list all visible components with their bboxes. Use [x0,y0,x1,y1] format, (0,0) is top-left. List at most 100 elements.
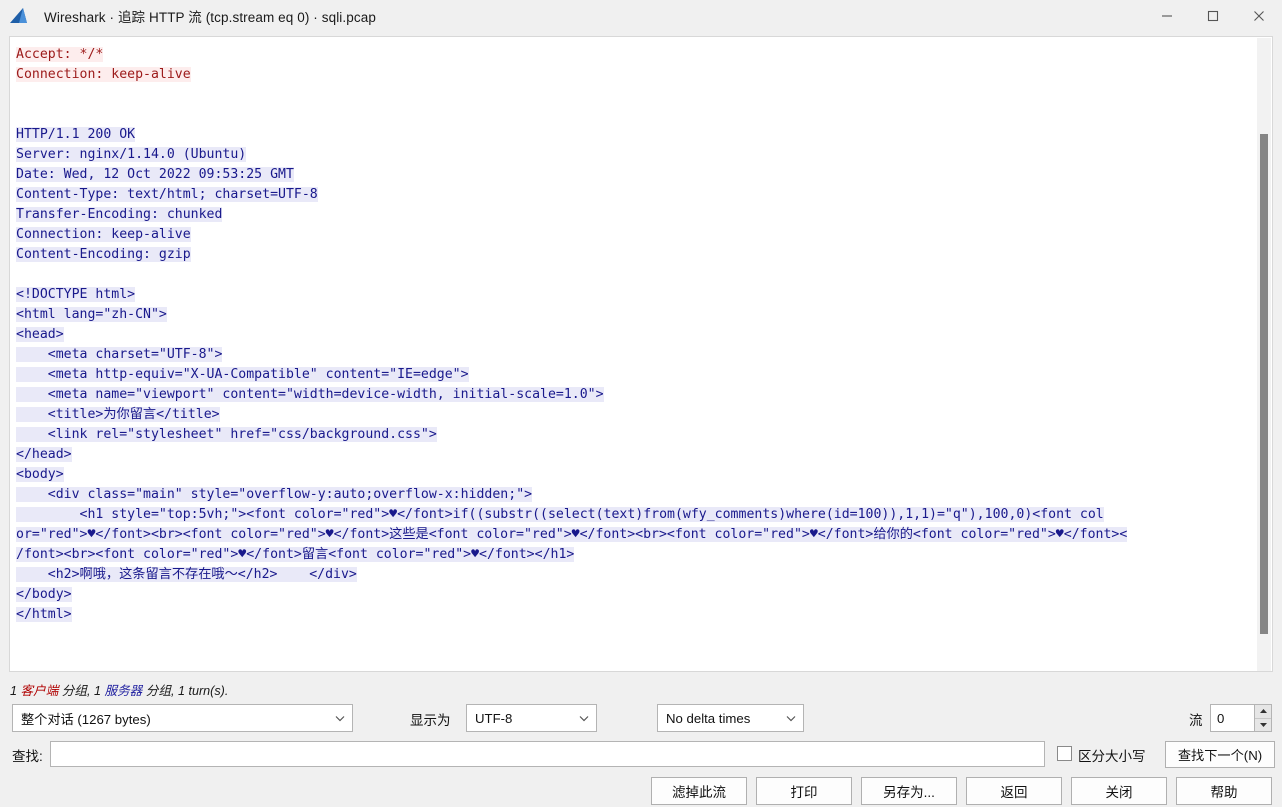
delta-times-select-value: No delta times [666,710,751,726]
close-icon[interactable] [1236,0,1282,32]
stream-line: <meta http-equiv="X-UA-Compatible" conte… [16,365,1258,385]
stream-line-text: <html lang="zh-CN"> [16,307,167,322]
find-label: 查找: [12,749,43,764]
stream-line-text: Content-Type: text/html; charset=UTF-8 [16,187,318,202]
stream-line: <link rel="stylesheet" href="css/backgro… [16,425,1258,445]
stream-line: <div class="main" style="overflow-y:auto… [16,485,1258,505]
stream-line-text: <head> [16,327,64,342]
stream-line-text: </html> [16,607,72,622]
stream-line [16,85,1258,105]
stream-line-text: HTTP/1.1 200 OK [16,127,136,142]
stepper-up-icon[interactable] [1255,705,1271,719]
stream-line: Connection: keep-alive [16,225,1258,245]
filter-out-stream-button[interactable]: 滤掉此流 [651,777,747,805]
stream-line-text: <h1 style="top:5vh;"><font color="red">♥… [16,507,1104,522]
chevron-down-icon [578,712,590,724]
title-bar: Wireshark · 追踪 HTTP 流 (tcp.stream eq 0) … [0,0,1282,32]
close-button[interactable]: 关闭 [1071,777,1167,805]
stepper-down-icon[interactable] [1255,719,1271,732]
stream-line-text: Content-Encoding: gzip [16,247,191,262]
stream-line: <meta name="viewport" content="width=dev… [16,385,1258,405]
chevron-down-icon [785,712,797,724]
case-sensitive-label: 区分大小写 [1078,749,1146,764]
stream-text[interactable]: Accept: */* Connection: keep-alive HTTP/1.… [10,37,1258,625]
stepper-buttons[interactable] [1254,705,1271,731]
stream-line: Connection: keep-alive [16,65,1258,85]
stream-line: <body> [16,465,1258,485]
find-input[interactable] [50,741,1045,767]
stream-line [16,105,1258,125]
dialog-button-row: 滤掉此流 打印 另存为... 返回 关闭 帮助 [0,777,1282,807]
stream-line-text: or="red">♥</font><br><font color="red">♥… [16,527,1128,542]
stream-line-text: Date: Wed, 12 Oct 2022 09:53:25 GMT [16,167,294,182]
stream-line: Transfer-Encoding: chunked [16,205,1258,225]
stream-line-text: <title>为你留言</title> [16,407,220,422]
stream-line-text: <meta name="viewport" content="width=dev… [16,387,604,402]
stream-line: or="red">♥</font><br><font color="red">♥… [16,525,1258,545]
vertical-scrollbar[interactable] [1257,38,1271,671]
stream-line-text: /font><br><font color="red">♥</font>留言<f… [16,547,575,562]
stream-line-text: <meta charset="UTF-8"> [16,347,223,362]
stream-line: <meta charset="UTF-8"> [16,345,1258,365]
help-button[interactable]: 帮助 [1176,777,1272,805]
stream-line: </head> [16,445,1258,465]
stream-line-text: Transfer-Encoding: chunked [16,207,223,222]
stream-line-text: Connection: keep-alive [16,227,191,242]
stream-line-text: <!DOCTYPE html> [16,287,136,302]
stream-line: /font><br><font color="red">♥</font>留言<f… [16,545,1258,565]
scrollbar-thumb[interactable] [1260,134,1268,634]
stream-line: Content-Encoding: gzip [16,245,1258,265]
stream-label: 流 [1189,713,1203,728]
stream-line: <h1 style="top:5vh;"><font color="red">♥… [16,505,1258,525]
stream-line: Date: Wed, 12 Oct 2022 09:53:25 GMT [16,165,1258,185]
status-prefix: 1 [10,684,21,698]
stream-line-text: <meta http-equiv="X-UA-Compatible" conte… [16,367,469,382]
stream-line-text: Server: nginx/1.14.0 (Ubuntu) [16,147,247,162]
conversation-select-value: 整个对话 (1267 bytes) [21,711,151,727]
server-label: 服务器 [104,684,143,698]
find-next-button[interactable]: 查找下一个(N) [1165,741,1275,768]
window-controls [1144,0,1282,32]
stream-number-value: 0 [1217,710,1225,726]
status-suffix: 分组, 1 turn(s). [142,684,229,698]
stream-line-text: Connection: keep-alive [16,67,191,82]
charset-select[interactable]: UTF-8 [466,704,597,732]
conversation-select[interactable]: 整个对话 (1267 bytes) [12,704,353,732]
status-middle: 分组, 1 [58,684,105,698]
delta-times-select[interactable]: No delta times [657,704,804,732]
chevron-down-icon [334,712,346,724]
stream-line-text: <link rel="stylesheet" href="css/backgro… [16,427,437,442]
stream-line-text: <div class="main" style="overflow-y:auto… [16,487,533,502]
stream-line-text: </body> [16,587,72,602]
stream-line: </body> [16,585,1258,605]
minimize-icon[interactable] [1144,0,1190,32]
stream-line: HTTP/1.1 200 OK [16,125,1258,145]
stream-line: Content-Type: text/html; charset=UTF-8 [16,185,1258,205]
stream-line-text: <h2>啊哦，这条留言不存在哦～</h2> </div> [16,567,357,582]
case-sensitive-checkbox[interactable] [1057,746,1072,761]
stream-number-stepper[interactable]: 0 [1210,704,1272,732]
stream-line-text: Accept: */* [16,47,104,62]
back-button[interactable]: 返回 [966,777,1062,805]
save-as-button[interactable]: 另存为... [861,777,957,805]
stream-line: </html> [16,605,1258,625]
stream-line: <title>为你留言</title> [16,405,1258,425]
stream-line: <html lang="zh-CN"> [16,305,1258,325]
charset-select-value: UTF-8 [475,710,513,726]
stream-line: <head> [16,325,1258,345]
show-as-label: 显示为 [410,713,451,728]
print-button[interactable]: 打印 [756,777,852,805]
stream-content-panel[interactable]: Accept: */* Connection: keep-alive HTTP/1.… [9,36,1273,672]
options-row: 整个对话 (1267 bytes) 显示为 UTF-8 No delta tim… [0,704,1282,734]
stream-line: <h2>啊哦，这条留言不存在哦～</h2> </div> [16,565,1258,585]
stream-line-text: <body> [16,467,64,482]
stream-line: <!DOCTYPE html> [16,285,1258,305]
wireshark-shark-fin-logo [8,6,38,26]
stream-line: Accept: */* [16,45,1258,65]
maximize-icon[interactable] [1190,0,1236,32]
stream-line-text: </head> [16,447,72,462]
find-row: 查找: 区分大小写 查找下一个(N) [0,741,1282,769]
stream-line: Server: nginx/1.14.0 (Ubuntu) [16,145,1258,165]
packet-count-status: 1 客户端 分组, 1 服务器 分组, 1 turn(s). [10,680,228,699]
stream-line [16,265,1258,285]
